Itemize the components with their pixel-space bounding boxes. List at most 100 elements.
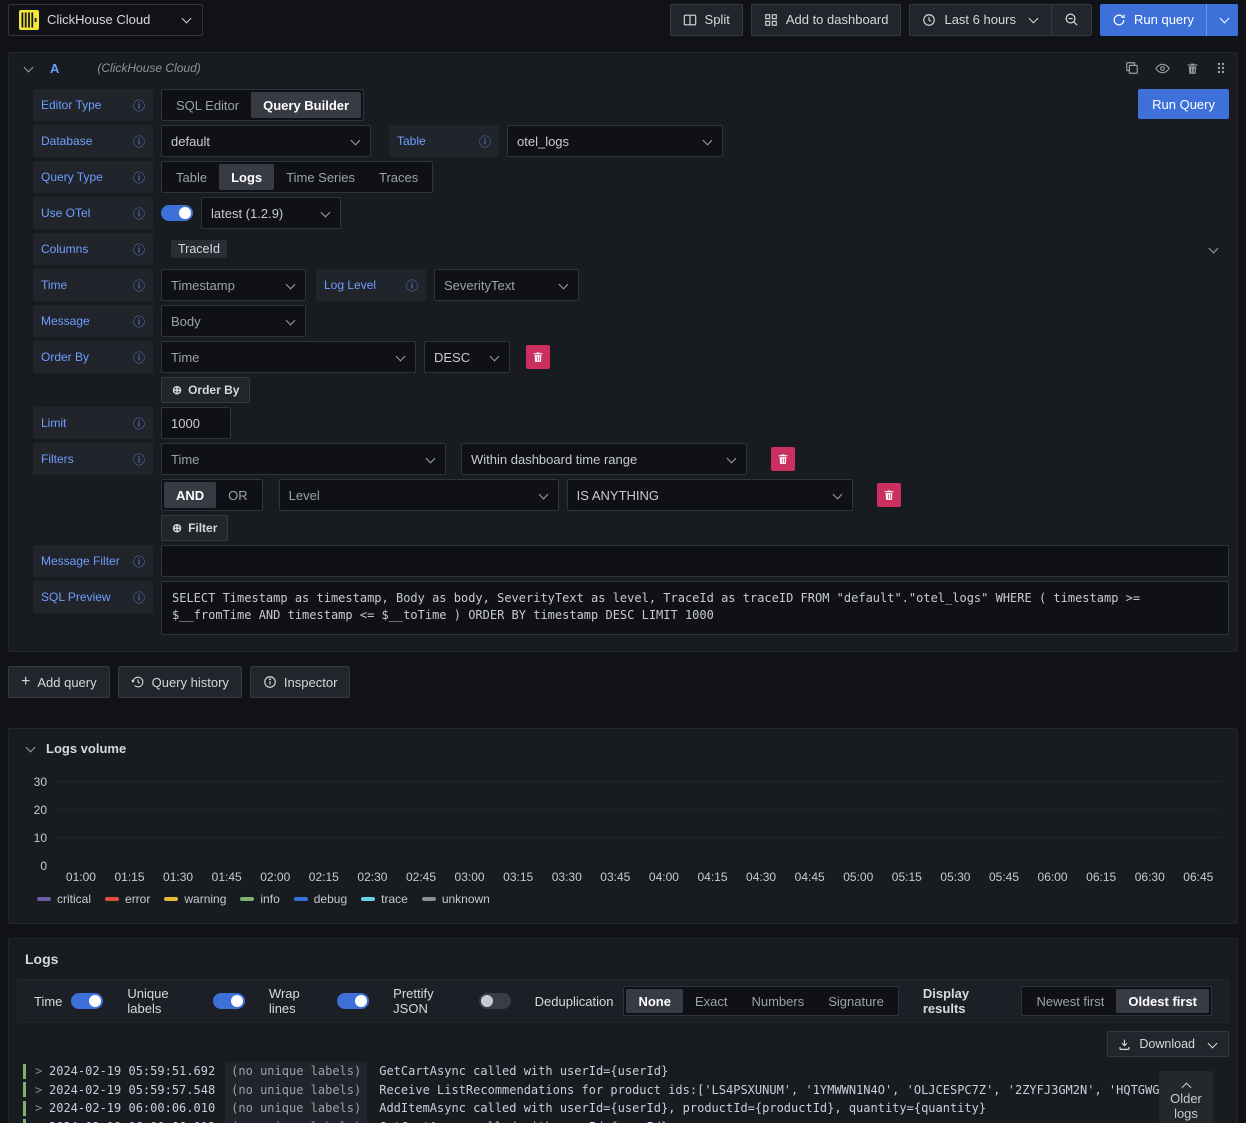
collapse-chevron-icon[interactable] xyxy=(25,742,36,753)
info-icon[interactable]: ⓘ xyxy=(133,97,145,114)
expand-row-icon[interactable]: > xyxy=(35,1118,49,1123)
time-column-select[interactable]: Timestamp xyxy=(161,269,306,301)
columns-multiselect[interactable]: TraceId xyxy=(161,233,1229,265)
filter-field-select[interactable]: Time xyxy=(161,443,446,475)
remove-order-by-button[interactable] xyxy=(526,345,550,369)
expand-row-icon[interactable]: > xyxy=(35,1081,49,1100)
info-icon[interactable]: ⓘ xyxy=(133,241,145,258)
option-traces[interactable]: Traces xyxy=(367,164,430,190)
inspector-button[interactable]: Inspector xyxy=(249,666,351,698)
log-row[interactable]: >2024-02-19 05:59:57.548 (no unique label… xyxy=(17,1080,1229,1100)
filter-condition-op-select[interactable]: IS ANYTHING xyxy=(566,479,853,511)
log-row[interactable]: >2024-02-19 06:00:06.010 (no unique label… xyxy=(17,1099,1229,1118)
option-sql-editor[interactable]: SQL Editor xyxy=(164,92,251,118)
query-ref-id[interactable]: A xyxy=(50,61,59,76)
run-query-dropdown[interactable] xyxy=(1206,3,1238,36)
info-icon[interactable]: ⓘ xyxy=(133,415,145,432)
expand-row-icon[interactable]: > xyxy=(35,1062,49,1081)
info-icon[interactable]: ⓘ xyxy=(133,205,145,222)
duplicate-query-icon[interactable] xyxy=(1125,61,1139,75)
older-logs-button[interactable]: Older logs xyxy=(1159,1071,1213,1123)
limit-input[interactable] xyxy=(161,407,231,439)
add-circle-icon: ⊕ xyxy=(172,383,183,397)
info-icon[interactable]: ⓘ xyxy=(479,133,491,150)
table-select[interactable]: otel_logs xyxy=(507,125,723,157)
editor-type-switch: SQL Editor Query Builder xyxy=(161,89,365,121)
download-button[interactable]: Download xyxy=(1107,1031,1229,1057)
info-icon[interactable]: ⓘ xyxy=(133,277,145,294)
add-query-button[interactable]: + Add query xyxy=(8,666,110,698)
option-newest-first[interactable]: Newest first xyxy=(1024,989,1116,1013)
option-numbers[interactable]: Numbers xyxy=(739,989,816,1013)
log-row[interactable]: >2024-02-19 06:00:06.012 (no unique label… xyxy=(17,1117,1229,1123)
legend-item-error[interactable]: error xyxy=(105,892,150,906)
info-icon[interactable]: ⓘ xyxy=(133,589,145,606)
split-button[interactable]: Split xyxy=(669,3,743,36)
toggle-switch[interactable] xyxy=(212,993,245,1009)
toggle-switch[interactable] xyxy=(71,993,104,1009)
info-icon[interactable]: ⓘ xyxy=(133,133,145,150)
database-select[interactable]: default xyxy=(161,125,371,157)
zoom-out-button[interactable] xyxy=(1051,4,1091,35)
option-query-builder[interactable]: Query Builder xyxy=(251,92,362,118)
filter-condition-field-select[interactable]: Level xyxy=(278,479,559,511)
run-query-button[interactable]: Run query xyxy=(1100,3,1238,36)
toggle-label: Time xyxy=(34,993,63,1009)
message-column-select[interactable]: Body xyxy=(161,305,306,337)
order-by-field-select[interactable]: Time xyxy=(161,341,416,373)
remove-query-trash-icon[interactable] xyxy=(1186,62,1199,75)
legend-item-trace[interactable]: trace xyxy=(361,892,408,906)
order-by-direction-select[interactable]: DESC xyxy=(424,341,510,373)
log-row[interactable]: >2024-02-19 05:59:51.692 (no unique label… xyxy=(17,1062,1229,1081)
collapse-chevron-icon[interactable] xyxy=(23,62,34,72)
message-filter-input[interactable] xyxy=(161,545,1229,577)
info-icon[interactable]: ⓘ xyxy=(406,277,418,294)
option-time-series[interactable]: Time Series xyxy=(274,164,367,190)
legend-item-critical[interactable]: critical xyxy=(37,892,91,906)
info-icon[interactable]: ⓘ xyxy=(133,313,145,330)
option-exact[interactable]: Exact xyxy=(683,989,740,1013)
query-history-button[interactable]: Query history xyxy=(117,666,242,698)
x-tick-label: 03:00 xyxy=(454,870,485,884)
hide-response-eye-icon[interactable] xyxy=(1155,61,1170,76)
info-icon[interactable]: ⓘ xyxy=(133,553,145,570)
remove-filter-button[interactable] xyxy=(771,447,795,471)
expand-row-icon[interactable]: > xyxy=(35,1099,49,1118)
option-oldest-first[interactable]: Oldest first xyxy=(1116,989,1209,1013)
legend-item-warning[interactable]: warning xyxy=(164,892,226,906)
x-tick-label: 01:00 xyxy=(65,870,96,884)
option-signature[interactable]: Signature xyxy=(816,989,896,1013)
info-icon[interactable]: ⓘ xyxy=(133,169,145,186)
run-query-inline-button[interactable]: Run Query xyxy=(1138,89,1229,119)
logs-volume-chart[interactable]: 0 10 20 30 xyxy=(34,774,1221,873)
deduplication-switch: None Exact Numbers Signature xyxy=(623,986,899,1016)
remove-condition-button[interactable] xyxy=(876,483,901,507)
run-query-label: Run query xyxy=(1134,12,1194,27)
datasource-picker[interactable]: ClickHouse Cloud xyxy=(8,3,203,36)
add-to-dashboard-button[interactable]: Add to dashboard xyxy=(750,3,902,36)
option-logs[interactable]: Logs xyxy=(219,164,275,190)
time-range-button[interactable]: Last 6 hours xyxy=(910,5,1051,35)
legend-item-debug[interactable]: debug xyxy=(293,892,347,906)
info-icon[interactable]: ⓘ xyxy=(133,451,145,468)
option-and[interactable]: AND xyxy=(164,482,217,508)
x-tick-label: 02:45 xyxy=(405,870,436,884)
option-none[interactable]: None xyxy=(626,989,683,1013)
use-otel-toggle[interactable] xyxy=(161,205,193,221)
otel-version-select[interactable]: latest (1.2.9) xyxy=(201,197,341,229)
legend-swatch xyxy=(421,897,436,901)
drag-handle-icon[interactable] xyxy=(1215,61,1227,75)
legend-item-unknown[interactable]: unknown xyxy=(421,892,490,906)
log-level-select[interactable]: SeverityText xyxy=(434,269,579,301)
option-or[interactable]: OR xyxy=(216,482,260,508)
toggle-switch[interactable] xyxy=(337,993,370,1009)
column-chip[interactable]: TraceId xyxy=(171,240,227,258)
add-order-by-button[interactable]: ⊕ Order By xyxy=(161,377,251,403)
add-filter-button[interactable]: ⊕ Filter xyxy=(161,515,229,541)
info-icon[interactable]: ⓘ xyxy=(133,349,145,366)
option-table[interactable]: Table xyxy=(164,164,219,190)
x-tick-label: 03:15 xyxy=(503,870,534,884)
filter-operator-select[interactable]: Within dashboard time range xyxy=(461,443,747,475)
toggle-switch[interactable] xyxy=(478,993,511,1009)
legend-item-info[interactable]: info xyxy=(240,892,280,906)
